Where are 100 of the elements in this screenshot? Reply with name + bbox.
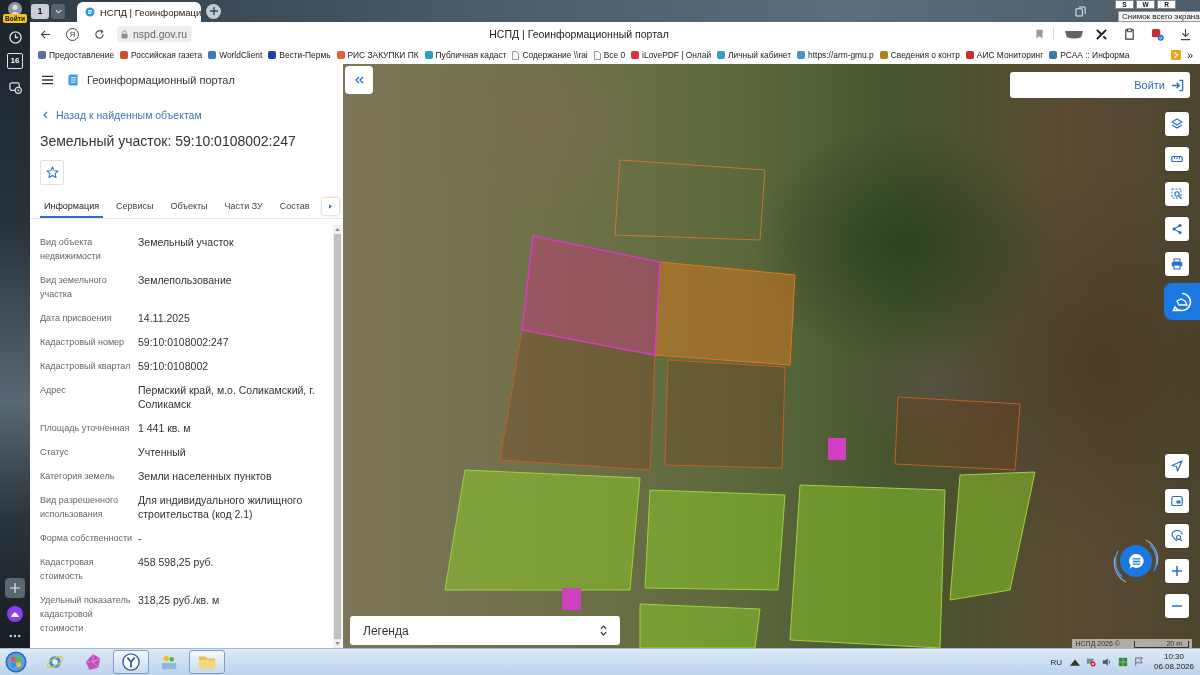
field-label: Дата присвоения <box>40 312 112 325</box>
bookmark-link[interactable]: https://arm-gmu.p <box>797 50 874 60</box>
more-bookmarks-button[interactable]: » <box>1186 49 1193 61</box>
page-title: НСПД | Геоинформационный портал <box>489 28 669 40</box>
info-tab[interactable]: Объекты <box>166 196 212 218</box>
field-value: 59:10:0108002:247 <box>138 335 229 349</box>
check-badge-icon[interactable] <box>1151 27 1164 41</box>
bookmark-link[interactable]: Содержание \\rai <box>512 50 588 60</box>
bookmark-link[interactable]: Вести-Пермь <box>268 50 331 60</box>
bookmark-link[interactable]: Предоставление <box>38 50 115 60</box>
download-icon[interactable] <box>1179 27 1192 41</box>
bookmark-link[interactable]: РИС ЗАКУПКИ ПК <box>336 50 419 60</box>
info-tab[interactable]: Сервисы <box>112 196 158 218</box>
bookmark-link[interactable]: Российская газета <box>120 50 203 60</box>
caret-down-icon <box>54 8 62 14</box>
info-tab[interactable]: Информация <box>40 196 104 218</box>
parcel-polygon[interactable] <box>644 489 786 591</box>
network-error-icon[interactable] <box>1085 657 1096 667</box>
my-location-button[interactable] <box>1165 454 1189 478</box>
scrollbar[interactable] <box>333 225 342 648</box>
clock-icon[interactable] <box>8 31 22 44</box>
bookmark-link[interactable]: Личный кабинет <box>717 50 792 60</box>
print-button[interactable] <box>1165 252 1189 276</box>
bookmark-icon[interactable] <box>1036 29 1043 39</box>
new-tab-button[interactable] <box>206 3 221 19</box>
collections-icon[interactable] <box>1075 5 1086 17</box>
clock-time[interactable]: 10:30 <box>1163 652 1184 662</box>
parcel-polygon[interactable] <box>949 471 1036 601</box>
home-button[interactable]: Я <box>66 27 79 41</box>
language-indicator[interactable]: RU <box>1050 657 1062 667</box>
zoom-in-button[interactable] <box>1165 559 1189 583</box>
grid-square-icon[interactable] <box>1117 657 1128 667</box>
bookmark-link[interactable]: РСАА :: Информа <box>1049 50 1130 60</box>
clipboard-icon[interactable] <box>1123 27 1136 41</box>
speaker-icon[interactable] <box>1101 657 1112 667</box>
favicon-icon <box>85 7 95 17</box>
menu-icon[interactable] <box>42 75 53 85</box>
measure-button[interactable] <box>1165 147 1189 171</box>
assistant-icon[interactable] <box>7 606 23 622</box>
bookmark-link[interactable]: Все 0 <box>593 50 626 60</box>
reload-icon[interactable] <box>94 28 105 40</box>
back-link[interactable]: Назад к найденным объектам <box>43 108 202 122</box>
login-icon <box>1171 78 1184 92</box>
bookmark-link[interactable]: iLovePDF | Онлай <box>631 50 712 60</box>
area-search-button[interactable] <box>1165 182 1189 206</box>
scroll-tabs-button[interactable] <box>322 198 339 215</box>
bookmark-link[interactable]: Публичная кадаст <box>424 50 507 60</box>
bookmark-link[interactable]: WorldClient <box>208 50 263 60</box>
bookmark-link[interactable]: АИС Мониторинг <box>965 50 1044 60</box>
field-value: Землепользование <box>138 273 232 287</box>
minimap-button[interactable] <box>1165 489 1189 513</box>
side-tab-button[interactable] <box>1164 283 1200 320</box>
share-button[interactable] <box>1165 217 1189 241</box>
field-label: Вид земельного участка <box>40 274 108 301</box>
chat-button[interactable] <box>1120 545 1152 577</box>
taskbar-app-button[interactable] <box>113 650 149 674</box>
info-tab[interactable]: Части ЗУ <box>220 196 267 218</box>
flag-icon[interactable] <box>1133 657 1144 667</box>
info-tab[interactable]: Состав <box>275 196 314 218</box>
legend-dropdown[interactable]: Легенда <box>350 616 620 645</box>
chevron-tile-icon[interactable] <box>1170 50 1181 60</box>
window-icon <box>1171 495 1183 507</box>
screenshot-icon[interactable] <box>8 81 22 94</box>
layers-button[interactable] <box>1165 112 1189 136</box>
tab-count-button[interactable]: 1 <box>31 3 49 19</box>
scroll-thumb[interactable] <box>334 234 341 639</box>
logo-icon <box>68 74 78 86</box>
tab-menu-button[interactable] <box>51 3 65 19</box>
favorite-button[interactable] <box>40 160 64 185</box>
field-value: Учтенный <box>138 445 186 459</box>
plus-icon <box>209 7 218 15</box>
parcel-polygon[interactable] <box>789 484 946 648</box>
calendar-button[interactable]: 16 <box>7 53 23 69</box>
zoom-out-button[interactable] <box>1165 594 1189 618</box>
tooltip: Снимок всего экрана <box>1118 11 1200 22</box>
area-search-icon <box>1171 188 1183 200</box>
double-chevron-left-icon <box>354 76 364 84</box>
scroll-down-icon[interactable] <box>335 642 340 645</box>
x-mark-icon[interactable] <box>1095 27 1108 41</box>
field-label: Категория земель <box>40 470 115 483</box>
start-button[interactable] <box>4 650 28 674</box>
collapse-panel-button[interactable] <box>345 66 373 94</box>
place-search-button[interactable] <box>1165 524 1189 548</box>
back-arrow-icon[interactable] <box>40 28 51 40</box>
add-button[interactable] <box>5 578 25 598</box>
clock-date[interactable]: 06.08.2026 <box>1153 662 1194 672</box>
page-icon <box>512 50 520 60</box>
lock-icon <box>121 29 128 39</box>
ruler-icon <box>1171 153 1183 165</box>
y-circle-icon <box>122 653 140 671</box>
scroll-up-icon[interactable] <box>335 228 340 231</box>
parcel-polygon[interactable] <box>444 469 641 591</box>
address-field[interactable]: nspd.gov.ru <box>117 26 193 42</box>
triangle-up-icon[interactable] <box>1069 657 1080 667</box>
more-dots-icon[interactable] <box>9 634 21 638</box>
login-button[interactable]: Войти <box>1010 72 1190 98</box>
bookmark-link[interactable]: Сведения о контр <box>879 50 960 60</box>
share-icon <box>1171 223 1183 235</box>
bowl-icon[interactable] <box>1064 29 1084 39</box>
field-value: 1 441 кв. м <box>138 421 191 435</box>
